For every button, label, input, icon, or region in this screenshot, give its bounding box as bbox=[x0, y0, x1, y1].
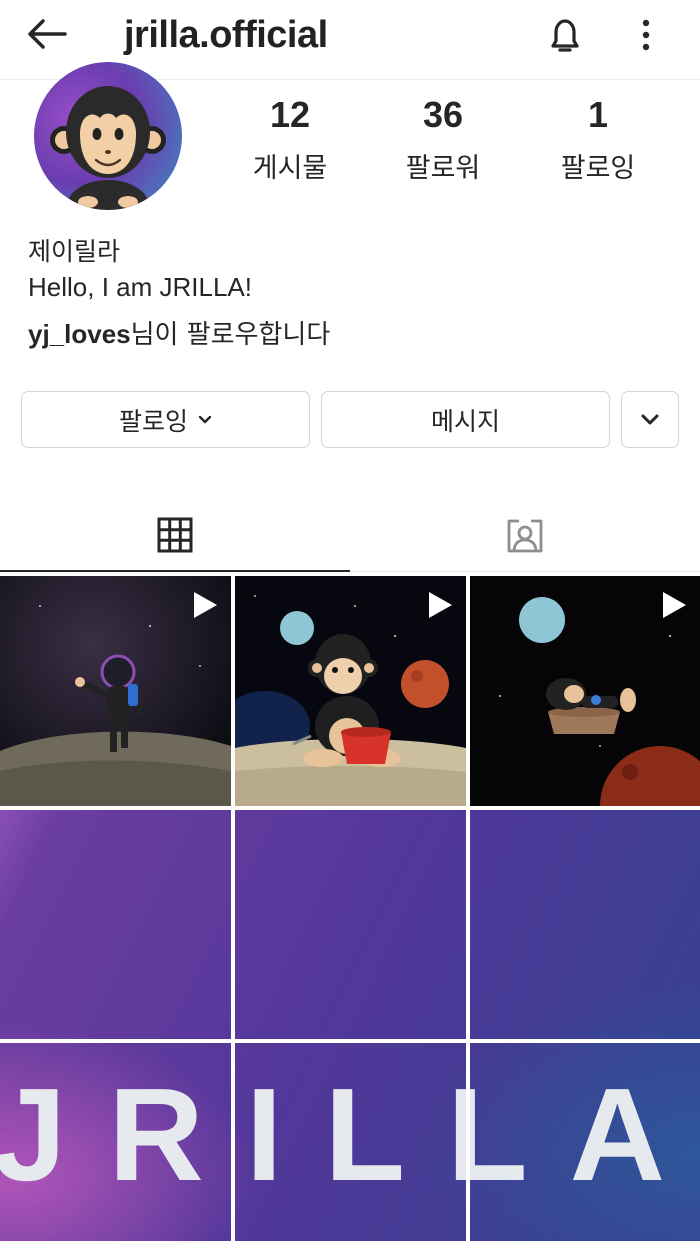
grid-icon bbox=[157, 517, 193, 553]
suggested-accounts-button[interactable] bbox=[621, 391, 679, 448]
chevron-down-icon bbox=[198, 415, 212, 423]
post-thumbnail[interactable] bbox=[470, 810, 700, 1039]
back-button[interactable] bbox=[22, 14, 72, 54]
followers-stat[interactable]: 36 팔로워 bbox=[383, 94, 503, 185]
following-count: 1 bbox=[587, 94, 609, 135]
chevron-down-icon bbox=[641, 414, 659, 424]
arrow-left-icon bbox=[28, 19, 67, 49]
post-thumbnail[interactable] bbox=[235, 810, 466, 1039]
profile-username-title: jrilla.official bbox=[124, 14, 328, 56]
followers-count: 36 bbox=[422, 94, 464, 135]
post-thumbnail[interactable] bbox=[235, 576, 466, 806]
posts-stat[interactable]: 12 게시물 bbox=[230, 94, 350, 185]
video-play-icon bbox=[663, 592, 686, 618]
followers-label: 팔로워 bbox=[405, 153, 481, 184]
display-name: 제이릴라 bbox=[28, 237, 121, 266]
bell-icon bbox=[551, 19, 579, 52]
following-label: 팔로잉 bbox=[560, 153, 636, 184]
more-options-button[interactable] bbox=[626, 12, 666, 58]
post-thumbnail[interactable] bbox=[470, 1043, 700, 1241]
notifications-button[interactable] bbox=[540, 12, 590, 58]
monkey-avatar-image bbox=[50, 86, 166, 210]
posts-count: 12 bbox=[269, 94, 311, 135]
followed-by-username[interactable]: yj_loves bbox=[28, 319, 131, 349]
message-button-label: 메시지 bbox=[430, 406, 500, 436]
tab-grid[interactable] bbox=[0, 500, 350, 572]
post-thumbnail[interactable] bbox=[0, 810, 231, 1039]
more-vertical-icon bbox=[642, 19, 650, 51]
post-thumbnail[interactable] bbox=[0, 576, 231, 806]
profile-avatar[interactable] bbox=[34, 62, 182, 210]
video-play-icon bbox=[194, 592, 217, 618]
message-button[interactable]: 메시지 bbox=[321, 391, 610, 448]
video-play-icon bbox=[429, 592, 452, 618]
followed-by-suffix: 님이 팔로우합니다 bbox=[130, 320, 331, 350]
posts-label: 게시물 bbox=[252, 153, 328, 184]
following-stat[interactable]: 1 팔로잉 bbox=[538, 94, 658, 185]
profile-tabs bbox=[0, 500, 700, 572]
following-button-label: 팔로잉 bbox=[118, 406, 188, 436]
tab-tagged[interactable] bbox=[350, 500, 700, 572]
followed-by-text[interactable]: yj_loves님이 팔로우합니다 bbox=[28, 314, 330, 351]
bio-text: Hello, I am JRILLA! bbox=[28, 272, 252, 302]
tagged-person-icon bbox=[507, 519, 543, 552]
post-thumbnail[interactable] bbox=[235, 1043, 466, 1241]
posts-grid: JRILLA bbox=[0, 574, 700, 1241]
post-thumbnail[interactable] bbox=[0, 1043, 231, 1241]
post-thumbnail[interactable] bbox=[470, 576, 700, 806]
following-button[interactable]: 팔로잉 bbox=[21, 391, 310, 448]
